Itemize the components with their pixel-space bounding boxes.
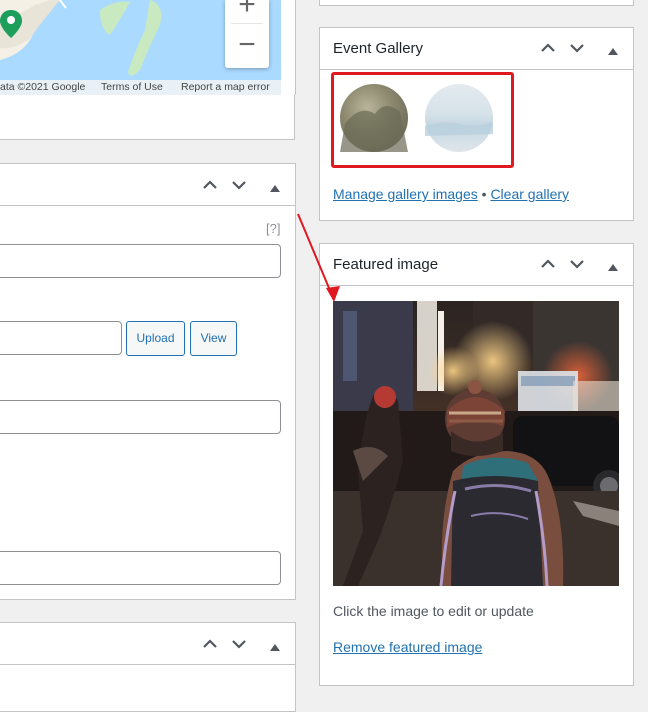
view-button[interactable]: View [190, 321, 237, 356]
map-panel[interactable]: + − ata ©2021 Google Terms of Use Report… [0, 0, 281, 95]
chevron-up-icon[interactable] [539, 255, 557, 273]
event-details-box: [?] Upload View [0, 163, 296, 600]
zoom-in-button[interactable]: + [225, 0, 269, 22]
gallery-thumbnail[interactable] [425, 84, 493, 152]
text-field-2[interactable] [0, 400, 281, 434]
featured-image-header: Featured image [320, 244, 633, 286]
annotation-arrow-icon [297, 213, 340, 302]
bottom-box-header [0, 623, 295, 665]
help-icon[interactable]: [?] [266, 221, 280, 236]
gallery-actions: Manage gallery images • Clear gallery [333, 186, 569, 202]
zoom-out-button[interactable]: − [225, 28, 269, 62]
right-top-box [319, 0, 634, 6]
chevron-up-icon[interactable] [201, 635, 219, 653]
map-report-link[interactable]: Report a map error [181, 81, 270, 93]
map-pin-icon[interactable] [0, 8, 22, 38]
collapse-toggle-icon[interactable] [607, 43, 619, 55]
map-panel-right-edge [281, 0, 296, 95]
featured-image-box: Featured image Click the image to edit o… [319, 243, 634, 686]
remove-featured-image-link[interactable]: Remove featured image [333, 639, 482, 655]
text-field-1[interactable] [0, 244, 281, 278]
featured-image-hint: Click the image to edit or update [333, 603, 534, 619]
featured-image-photo[interactable] [333, 301, 619, 586]
collapse-toggle-icon[interactable] [269, 639, 281, 651]
chevron-down-icon[interactable] [568, 255, 586, 273]
zoom-divider [231, 23, 263, 24]
upload-button[interactable]: Upload [126, 321, 185, 356]
event-details-header [0, 164, 295, 206]
event-gallery-title: Event Gallery [333, 40, 424, 57]
chevron-down-icon[interactable] [230, 635, 248, 653]
chevron-up-icon[interactable] [201, 176, 219, 194]
location-box-bg [0, 95, 295, 140]
collapse-toggle-icon[interactable] [269, 180, 281, 192]
media-url-field[interactable] [0, 321, 122, 355]
link-separator: • [481, 186, 487, 202]
map-attribution-bar: ata ©2021 Google Terms of Use Report a m… [0, 80, 281, 95]
event-gallery-header: Event Gallery [320, 28, 633, 70]
street-scene-image [333, 301, 619, 586]
chevron-up-icon[interactable] [539, 39, 557, 57]
chevron-down-icon[interactable] [568, 39, 586, 57]
gallery-thumbnail[interactable] [340, 84, 408, 152]
map-terms-link[interactable]: Terms of Use [101, 81, 163, 93]
collapse-toggle-icon[interactable] [607, 259, 619, 271]
map-attribution: ata ©2021 Google [0, 81, 86, 93]
chevron-down-icon[interactable] [230, 176, 248, 194]
clear-gallery-link[interactable]: Clear gallery [490, 186, 569, 202]
event-gallery-box: Event Gallery Manage gallery images • Cl… [319, 27, 634, 221]
manage-gallery-link[interactable]: Manage gallery images [333, 186, 478, 202]
text-field-3[interactable] [0, 551, 281, 585]
bottom-box [0, 622, 296, 712]
zoom-control: + − [225, 0, 269, 68]
